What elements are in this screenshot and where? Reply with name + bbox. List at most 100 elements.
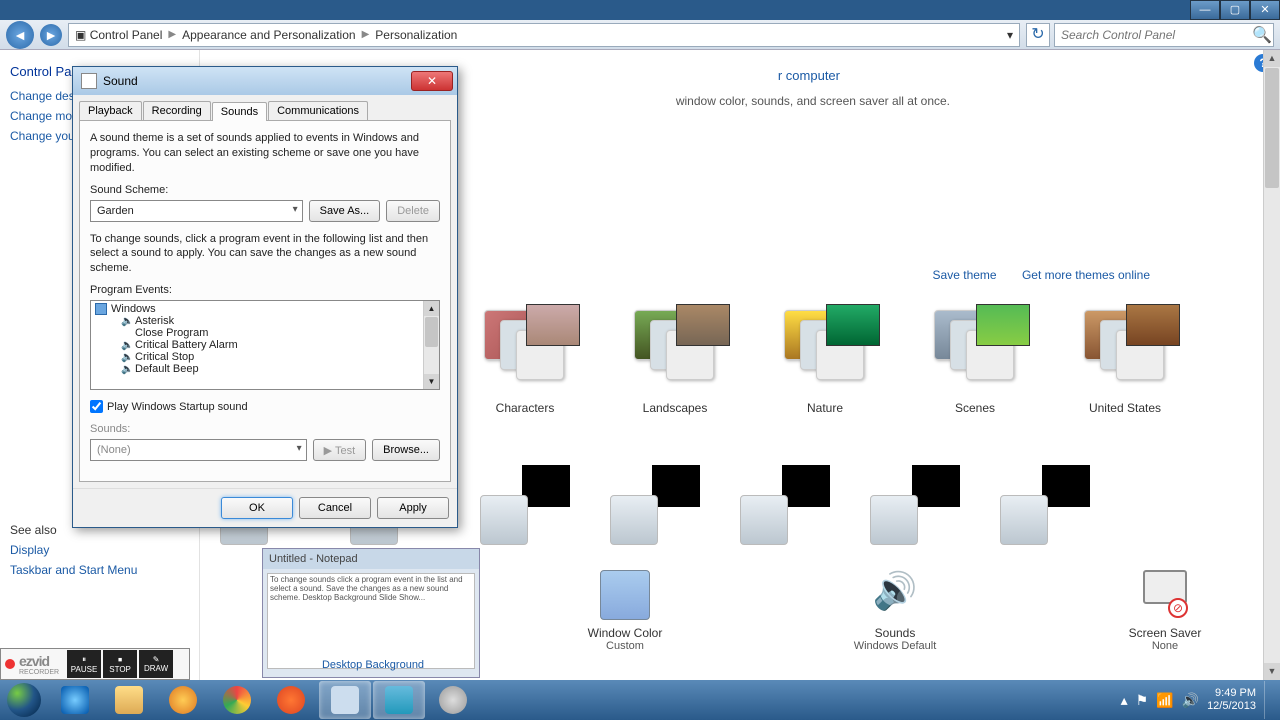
ezvid-stop-button[interactable]: ⏹STOP: [103, 650, 137, 678]
apply-button[interactable]: Apply: [377, 497, 449, 519]
forward-button[interactable]: ►: [40, 24, 62, 46]
event-close-program[interactable]: Close Program: [95, 327, 435, 339]
dialog-title: Sound: [103, 74, 138, 88]
tray-date: 12/5/2013: [1207, 700, 1256, 713]
basic-theme[interactable]: [740, 465, 830, 545]
breadcrumb[interactable]: Appearance and Personalization: [182, 28, 355, 42]
back-button[interactable]: ◄: [6, 21, 34, 49]
ok-button[interactable]: OK: [221, 497, 293, 519]
shortcut-sublabel: None: [1110, 640, 1220, 652]
tray-clock[interactable]: 9:49 PM 12/5/2013: [1207, 687, 1256, 713]
address-dropdown[interactable]: ▾: [1001, 28, 1019, 42]
page-subtitle-partial: window color, sounds, and screen saver a…: [676, 94, 950, 108]
basic-theme[interactable]: [480, 465, 570, 545]
scroll-down-arrow[interactable]: ▼: [424, 374, 439, 389]
theme-united-states[interactable]: United States: [1080, 310, 1170, 415]
events-scrollbar[interactable]: ▲ ▼: [423, 301, 439, 389]
theme-scenes[interactable]: Scenes: [930, 310, 1020, 415]
window-maximize-button[interactable]: ▢: [1220, 0, 1250, 20]
tab-sounds[interactable]: Sounds: [212, 102, 267, 121]
tray-chevron-icon[interactable]: ▴: [1121, 692, 1128, 709]
basic-theme[interactable]: [870, 465, 960, 545]
app-icon: [439, 686, 467, 714]
basic-theme[interactable]: [610, 465, 700, 545]
event-asterisk[interactable]: 🔈Asterisk: [95, 315, 435, 327]
sounds-icon: 🔊: [870, 570, 920, 620]
tray-volume-icon[interactable]: 🔊: [1182, 692, 1199, 709]
theme-landscapes[interactable]: Landscapes: [630, 310, 720, 415]
refresh-button[interactable]: ↻: [1026, 23, 1050, 47]
taskbar-app[interactable]: [427, 681, 479, 719]
taskbar-preview-notepad[interactable]: Untitled - Notepad To change sounds clic…: [262, 548, 480, 678]
taskbar-chrome[interactable]: [211, 681, 263, 719]
save-theme-link[interactable]: Save theme: [933, 268, 997, 282]
ezvid-draw-button[interactable]: ✎DRAW: [139, 650, 173, 678]
shortcut-sublabel: Custom: [570, 640, 680, 652]
content-scrollbar[interactable]: ▲ ▼: [1263, 50, 1280, 680]
taskbar-explorer[interactable]: [103, 681, 155, 719]
sound-dialog: Sound ✕ Playback Recording Sounds Commun…: [72, 66, 458, 528]
show-desktop-button[interactable]: [1264, 681, 1272, 719]
search-box[interactable]: 🔍: [1054, 23, 1274, 47]
shortcut-label: Screen Saver: [1110, 626, 1220, 640]
shortcut-label: Sounds: [840, 626, 950, 640]
sounds-label: Sounds:: [90, 423, 440, 435]
save-as-button[interactable]: Save As...: [309, 200, 381, 222]
ezvid-recorder-bar: ezvid RECORDER ⏸PAUSE ⏹STOP ✎DRAW: [0, 648, 190, 680]
tab-recording[interactable]: Recording: [143, 101, 211, 120]
side-link-display[interactable]: Display: [10, 543, 189, 557]
taskbar-firefox[interactable]: [265, 681, 317, 719]
taskbar-ie[interactable]: [49, 681, 101, 719]
breadcrumb[interactable]: Personalization: [375, 28, 457, 42]
browse-button[interactable]: Browse...: [372, 439, 440, 461]
basic-theme[interactable]: [1000, 465, 1090, 545]
scheme-description: A sound theme is a set of sounds applied…: [90, 131, 440, 176]
taskbar-notepad[interactable]: [319, 681, 371, 719]
dialog-close-button[interactable]: ✕: [411, 71, 453, 91]
cancel-button[interactable]: Cancel: [299, 497, 371, 519]
screen-saver-link[interactable]: ⊘ Screen Saver None: [1110, 570, 1220, 652]
tab-communications[interactable]: Communications: [268, 101, 368, 120]
ezvid-pause-button[interactable]: ⏸PAUSE: [67, 650, 101, 678]
sounds-link[interactable]: 🔊 Sounds Windows Default: [840, 570, 950, 652]
address-bar[interactable]: ▣ Control Panel ▶ Appearance and Persona…: [68, 23, 1020, 47]
scroll-down-arrow[interactable]: ▼: [1264, 663, 1280, 680]
taskbar-control-panel[interactable]: [373, 681, 425, 719]
theme-characters[interactable]: Characters: [480, 310, 570, 415]
event-default-beep[interactable]: 🔈Default Beep: [95, 363, 435, 375]
tree-root-windows[interactable]: Windows: [95, 303, 435, 315]
aero-themes-row: Characters Landscapes Nature Scenes Unit…: [480, 310, 1260, 415]
scroll-thumb[interactable]: [425, 317, 438, 347]
event-critical-stop[interactable]: 🔈Critical Stop: [95, 351, 435, 363]
program-events-list[interactable]: Windows 🔈Asterisk Close Program 🔈Critica…: [90, 300, 440, 390]
event-critical-battery[interactable]: 🔈Critical Battery Alarm: [95, 339, 435, 351]
media-player-icon: [169, 686, 197, 714]
search-input[interactable]: [1055, 28, 1251, 42]
explorer-toolbar: ◄ ► ▣ Control Panel ▶ Appearance and Per…: [0, 20, 1280, 50]
chrome-icon: [223, 686, 251, 714]
theme-nature[interactable]: Nature: [780, 310, 870, 415]
scroll-up-arrow[interactable]: ▲: [1264, 50, 1280, 67]
control-panel-icon: [385, 686, 413, 714]
folder-icon: ▣: [75, 28, 86, 42]
sound-scheme-dropdown[interactable]: Garden: [90, 200, 303, 222]
taskbar-media-player[interactable]: [157, 681, 209, 719]
scroll-thumb[interactable]: [1265, 68, 1279, 188]
tray-flag-icon[interactable]: ⚑: [1136, 692, 1149, 709]
scroll-up-arrow[interactable]: ▲: [424, 301, 439, 316]
windows-orb-icon: [7, 683, 41, 717]
system-tray: ▴ ⚑ 📶 🔊 9:49 PM 12/5/2013: [1121, 681, 1280, 719]
tab-playback[interactable]: Playback: [79, 101, 142, 120]
play-startup-checkbox[interactable]: [90, 400, 103, 413]
side-link-taskbar[interactable]: Taskbar and Start Menu: [10, 563, 189, 577]
tray-network-icon[interactable]: 📶: [1156, 692, 1173, 709]
search-icon[interactable]: 🔍: [1251, 25, 1273, 45]
get-more-themes-link[interactable]: Get more themes online: [1022, 268, 1150, 282]
dialog-titlebar[interactable]: Sound ✕: [73, 67, 457, 95]
breadcrumb[interactable]: Control Panel: [90, 28, 163, 42]
window-close-button[interactable]: ✕: [1250, 0, 1280, 20]
start-button[interactable]: [0, 680, 48, 720]
window-minimize-button[interactable]: —: [1190, 0, 1220, 20]
window-color-icon: [600, 570, 650, 620]
window-color-link[interactable]: Window Color Custom: [570, 570, 680, 652]
